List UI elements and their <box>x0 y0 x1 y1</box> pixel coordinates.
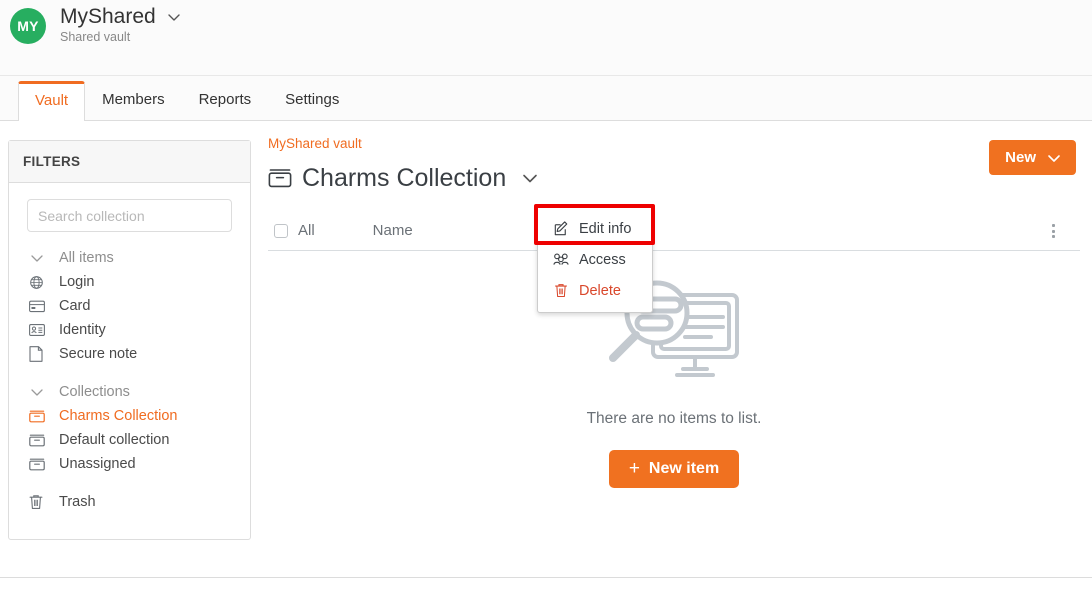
collection-options-chevron-down-icon[interactable] <box>518 166 542 190</box>
sidebar-item-unassigned[interactable]: Unassigned <box>9 452 250 476</box>
identity-icon <box>29 322 49 338</box>
sidebar-item-all-items[interactable]: All items <box>9 246 250 270</box>
search-collection-wrapper <box>9 183 250 236</box>
page-title-row: Charms Collection <box>268 163 1080 193</box>
sidebar-item-label: Default collection <box>59 432 170 448</box>
items-table-header: All Name <box>268 219 1080 251</box>
organization-name-row: MyShared <box>60 5 183 29</box>
tab-settings[interactable]: Settings <box>268 80 356 120</box>
chevron-down-icon[interactable] <box>165 8 183 26</box>
sidebar-item-label: Login <box>59 274 95 290</box>
empty-state-message: There are no items to list. <box>586 410 762 427</box>
collection-icon <box>29 456 49 472</box>
filters-sidebar: FILTERS All items Login <box>8 140 251 540</box>
chevron-down-icon <box>1046 150 1062 166</box>
app-header: MY MyShared Shared vault <box>0 0 1092 76</box>
organization-text: MyShared Shared vault <box>60 5 183 44</box>
chevron-down-icon <box>29 250 49 266</box>
edit-pencil-icon <box>552 221 570 236</box>
select-all-checkbox[interactable] <box>274 223 288 238</box>
search-input[interactable] <box>27 199 232 232</box>
avatar: MY <box>10 8 46 44</box>
trash-icon <box>552 283 570 298</box>
sidebar-group-collections[interactable]: Collections <box>9 380 250 404</box>
sidebar-item-label: Identity <box>59 322 106 338</box>
people-icon <box>552 253 570 266</box>
collection-icon <box>29 408 49 424</box>
sidebar-item-login[interactable]: Login <box>9 270 250 294</box>
menu-item-label: Delete <box>579 282 621 299</box>
footer-divider <box>0 577 1092 578</box>
main-tabs: Vault Members Reports Settings <box>0 76 1092 121</box>
sidebar-item-identity[interactable]: Identity <box>9 318 250 342</box>
collection-icon <box>268 167 292 189</box>
globe-icon <box>29 274 49 290</box>
trash-icon <box>29 494 49 510</box>
sidebar-item-charms-collection[interactable]: Charms Collection <box>9 404 250 428</box>
collection-options-menu: Edit info Access Delete <box>537 206 653 313</box>
chevron-down-icon <box>29 384 49 400</box>
breadcrumb[interactable]: MyShared vault <box>268 136 362 151</box>
tab-members[interactable]: Members <box>85 80 182 120</box>
sidebar-item-trash[interactable]: Trash <box>9 490 250 514</box>
new-button-label: New <box>1005 149 1036 166</box>
sidebar-item-label: Trash <box>59 494 96 510</box>
filter-list: All items Login Card Identity Secure not… <box>9 236 250 514</box>
menu-item-label: Access <box>579 251 626 268</box>
menu-item-label: Edit info <box>579 220 632 237</box>
page-title: Charms Collection <box>302 164 507 192</box>
organization-name: MyShared <box>60 5 156 28</box>
sidebar-item-label: Secure note <box>59 346 138 362</box>
organization-switcher[interactable]: MY MyShared Shared vault <box>10 5 183 44</box>
menu-item-access[interactable]: Access <box>538 244 652 275</box>
plus-icon: + <box>628 458 640 479</box>
tab-vault[interactable]: Vault <box>18 81 86 121</box>
sidebar-item-label: Charms Collection <box>59 408 178 424</box>
empty-state: There are no items to list. + New item <box>268 275 1080 488</box>
sidebar-item-secure-note[interactable]: Secure note <box>9 342 250 366</box>
collection-icon <box>29 432 49 448</box>
sidebar-item-label: All items <box>59 250 114 266</box>
new-item-button-label: New item <box>648 460 720 477</box>
sidebar-item-default-collection[interactable]: Default collection <box>9 428 250 452</box>
sidebar-item-card[interactable]: Card <box>9 294 250 318</box>
card-icon <box>29 298 49 314</box>
note-icon <box>29 346 49 362</box>
new-item-button[interactable]: + New item <box>608 450 740 488</box>
column-header-name: Name <box>372 222 413 239</box>
main-content: MyShared vault Charms Collection New All… <box>268 135 1080 488</box>
filters-title: FILTERS <box>9 141 250 183</box>
select-all-label: All <box>298 222 315 239</box>
kebab-menu-icon[interactable] <box>1045 222 1061 240</box>
tab-reports[interactable]: Reports <box>182 80 269 120</box>
sidebar-group-label: Collections <box>59 384 130 400</box>
organization-subtitle: Shared vault <box>60 30 131 44</box>
menu-item-delete[interactable]: Delete <box>538 275 652 306</box>
new-button[interactable]: New <box>989 140 1076 175</box>
menu-item-edit-info[interactable]: Edit info <box>538 213 652 244</box>
sidebar-item-label: Card <box>59 298 91 314</box>
sidebar-item-label: Unassigned <box>59 456 136 472</box>
